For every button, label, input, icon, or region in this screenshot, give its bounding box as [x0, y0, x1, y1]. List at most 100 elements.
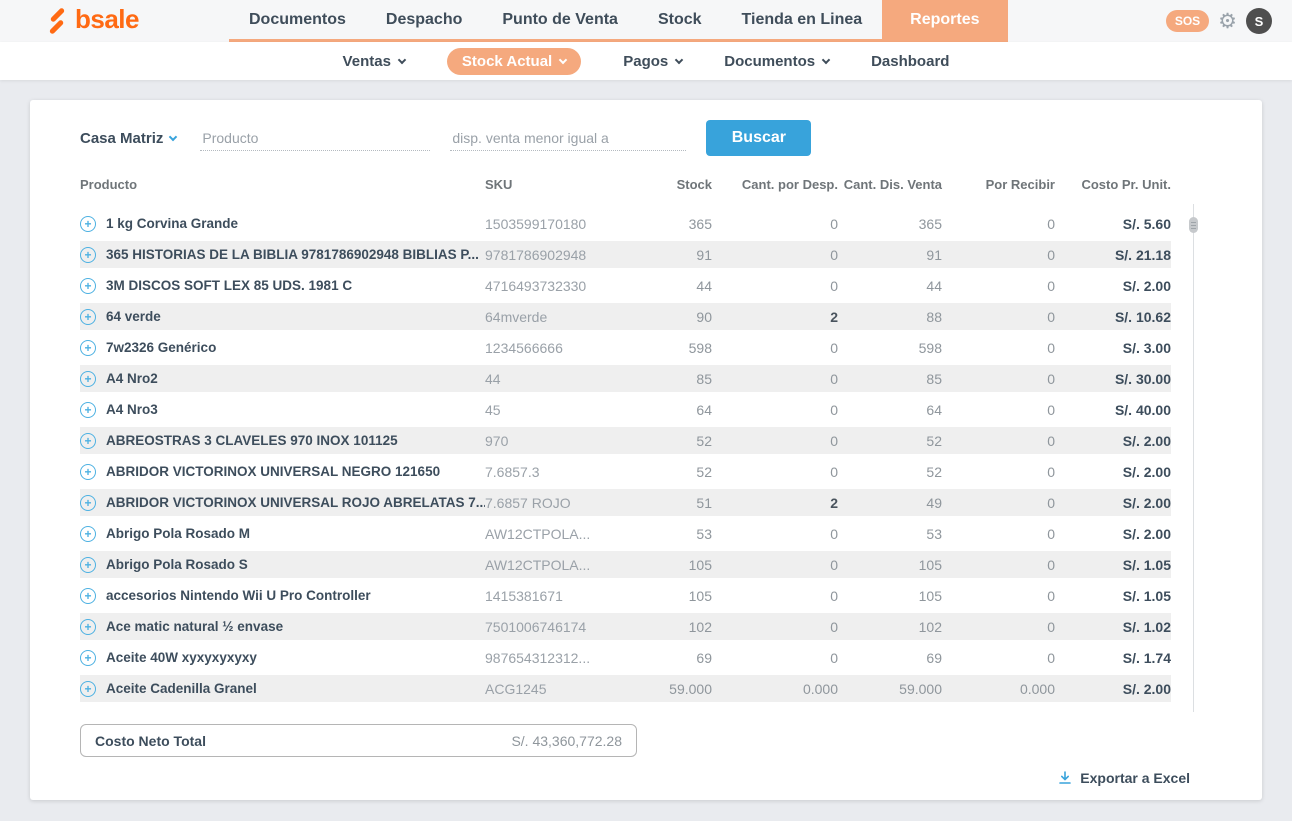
- cell-por-recibir: 0: [942, 309, 1055, 325]
- cell-por-recibir: 0.000: [942, 681, 1055, 697]
- sub-nav-label: Documentos: [724, 53, 815, 70]
- expand-plus-icon[interactable]: +: [80, 557, 96, 573]
- cell-cant-dis-venta: 52: [838, 433, 942, 449]
- cell-por-recibir: 0: [942, 526, 1055, 542]
- cell-cant-dis-venta: 91: [838, 247, 942, 263]
- cell-por-recibir: 0: [942, 216, 1055, 232]
- cell-costo-unit: S/. 2.00: [1055, 464, 1171, 480]
- top-nav-punto-de-venta[interactable]: Punto de Venta: [482, 0, 638, 39]
- table-row[interactable]: + ABRIDOR VICTORINOX UNIVERSAL NEGRO 121…: [80, 458, 1171, 485]
- cell-stock: 53: [640, 526, 712, 542]
- expand-plus-icon[interactable]: +: [80, 340, 96, 356]
- cell-costo-unit: S/. 1.05: [1055, 588, 1171, 604]
- sub-nav-dashboard[interactable]: Dashboard: [871, 53, 949, 70]
- qty-filter-input[interactable]: [450, 126, 686, 151]
- table-row[interactable]: + 3M DISCOS SOFT LEX 85 UDS. 1981 C 4716…: [80, 272, 1171, 299]
- export-excel-link[interactable]: Exportar a Excel: [1057, 770, 1190, 786]
- cell-producto: + ABRIDOR VICTORINOX UNIVERSAL NEGRO 121…: [80, 464, 485, 480]
- table-row[interactable]: + A4 Nro2 44 85 0 85 0 S/. 30.00: [80, 365, 1171, 392]
- chevron-down-icon: [169, 132, 177, 140]
- expand-plus-icon[interactable]: +: [80, 216, 96, 232]
- cell-cant-dis-venta: 53: [838, 526, 942, 542]
- table-row[interactable]: + 64 verde 64mverde 90 2 88 0 S/. 10.62: [80, 303, 1171, 330]
- expand-plus-icon[interactable]: +: [80, 681, 96, 697]
- cell-por-recibir: 0: [942, 371, 1055, 387]
- expand-plus-icon[interactable]: +: [80, 526, 96, 542]
- cell-cant-dis-venta: 52: [838, 464, 942, 480]
- expand-plus-icon[interactable]: +: [80, 619, 96, 635]
- avatar[interactable]: S: [1246, 8, 1272, 34]
- chevron-down-icon: [559, 55, 567, 63]
- column-header-por-recibir: Por Recibir: [942, 177, 1055, 192]
- column-header-cant-por-desp: Cant. por Desp.: [712, 177, 838, 192]
- cell-cant-dis-venta: 69: [838, 650, 942, 666]
- cell-cant-por-desp: 0.000: [712, 681, 838, 697]
- top-nav-tienda-en-linea[interactable]: Tienda en Linea: [722, 0, 883, 39]
- table-row[interactable]: + Abrigo Pola Rosado M AW12CTPOLA... 53 …: [80, 520, 1171, 547]
- table-row[interactable]: + Aceite Cadenilla Granel ACG1245 59.000…: [80, 675, 1171, 702]
- table-row[interactable]: + 365 HISTORIAS DE LA BIBLIA 97817869029…: [80, 241, 1171, 268]
- total-value: S/. 43,360,772.28: [511, 733, 622, 749]
- cell-por-recibir: 0: [942, 278, 1055, 294]
- expand-plus-icon[interactable]: +: [80, 278, 96, 294]
- scrollbar-thumb[interactable]: [1189, 217, 1198, 233]
- product-filter-input[interactable]: [200, 126, 430, 151]
- expand-plus-icon[interactable]: +: [80, 309, 96, 325]
- table-row[interactable]: + ABREOSTRAS 3 CLAVELES 970 INOX 101125 …: [80, 427, 1171, 454]
- expand-plus-icon[interactable]: +: [80, 495, 96, 511]
- sub-nav-stock-actual[interactable]: Stock Actual: [447, 48, 581, 75]
- table-row[interactable]: + Abrigo Pola Rosado S AW12CTPOLA... 105…: [80, 551, 1171, 578]
- top-nav-despacho[interactable]: Despacho: [366, 0, 482, 39]
- expand-plus-icon[interactable]: +: [80, 588, 96, 604]
- stock-report-card: Casa Matriz Buscar ProductoSKUStockCant.…: [30, 100, 1262, 800]
- table-row[interactable]: + ABRIDOR VICTORINOX UNIVERSAL ROJO ABRE…: [80, 489, 1171, 516]
- cell-stock: 64: [640, 402, 712, 418]
- cell-por-recibir: 0: [942, 340, 1055, 356]
- cell-costo-unit: S/. 40.00: [1055, 402, 1171, 418]
- table-row[interactable]: + Ace matic natural ½ envase 75010067461…: [80, 613, 1171, 640]
- table-row[interactable]: + accesorios Nintendo Wii U Pro Controll…: [80, 582, 1171, 609]
- branch-label: Casa Matriz: [80, 130, 163, 147]
- top-nav-stock[interactable]: Stock: [638, 0, 722, 39]
- top-nav-reportes[interactable]: Reportes: [882, 0, 1007, 39]
- cell-cant-dis-venta: 365: [838, 216, 942, 232]
- bsale-logo-text: bsale: [75, 6, 139, 36]
- cell-cant-por-desp: 0: [712, 588, 838, 604]
- top-bar: bsale DocumentosDespachoPunto de VentaSt…: [0, 0, 1292, 42]
- column-header-producto: Producto: [80, 177, 485, 192]
- table-row[interactable]: + A4 Nro3 45 64 0 64 0 S/. 40.00: [80, 396, 1171, 423]
- chevron-down-icon: [675, 55, 683, 63]
- sub-nav-ventas[interactable]: Ventas: [343, 53, 405, 70]
- cell-stock: 105: [640, 557, 712, 573]
- table-row[interactable]: + 7w2326 Genérico 1234566666 598 0 598 0…: [80, 334, 1171, 361]
- cell-sku: 7.6857 ROJO: [485, 495, 640, 511]
- cell-cant-dis-venta: 105: [838, 557, 942, 573]
- cell-cant-por-desp: 0: [712, 526, 838, 542]
- sub-nav-pagos[interactable]: Pagos: [623, 53, 682, 70]
- top-nav: DocumentosDespachoPunto de VentaStockTie…: [229, 0, 1008, 42]
- cell-sku: 987654312312...: [485, 650, 640, 666]
- sos-badge[interactable]: SOS: [1166, 10, 1209, 32]
- cell-stock: 51: [640, 495, 712, 511]
- table-row[interactable]: + 1 kg Corvina Grande 1503599170180 365 …: [80, 210, 1171, 237]
- expand-plus-icon[interactable]: +: [80, 464, 96, 480]
- search-button[interactable]: Buscar: [706, 120, 811, 156]
- sub-nav-documentos[interactable]: Documentos: [724, 53, 829, 70]
- cell-stock: 85: [640, 371, 712, 387]
- cell-sku: AW12CTPOLA...: [485, 557, 640, 573]
- expand-plus-icon[interactable]: +: [80, 433, 96, 449]
- expand-plus-icon[interactable]: +: [80, 402, 96, 418]
- cell-por-recibir: 0: [942, 402, 1055, 418]
- bsale-logo[interactable]: bsale: [45, 0, 139, 42]
- cell-sku: ACG1245: [485, 681, 640, 697]
- product-name: 1 kg Corvina Grande: [106, 216, 238, 231]
- top-nav-documentos[interactable]: Documentos: [229, 0, 366, 39]
- cell-producto: + ABREOSTRAS 3 CLAVELES 970 INOX 101125: [80, 433, 485, 449]
- branch-selector[interactable]: Casa Matriz: [80, 130, 176, 147]
- expand-plus-icon[interactable]: +: [80, 371, 96, 387]
- sub-nav-label: Dashboard: [871, 53, 949, 70]
- gear-icon[interactable]: ⚙: [1218, 11, 1237, 32]
- table-row[interactable]: + Aceite 40W xyxyxyxyxy 987654312312... …: [80, 644, 1171, 671]
- expand-plus-icon[interactable]: +: [80, 247, 96, 263]
- expand-plus-icon[interactable]: +: [80, 650, 96, 666]
